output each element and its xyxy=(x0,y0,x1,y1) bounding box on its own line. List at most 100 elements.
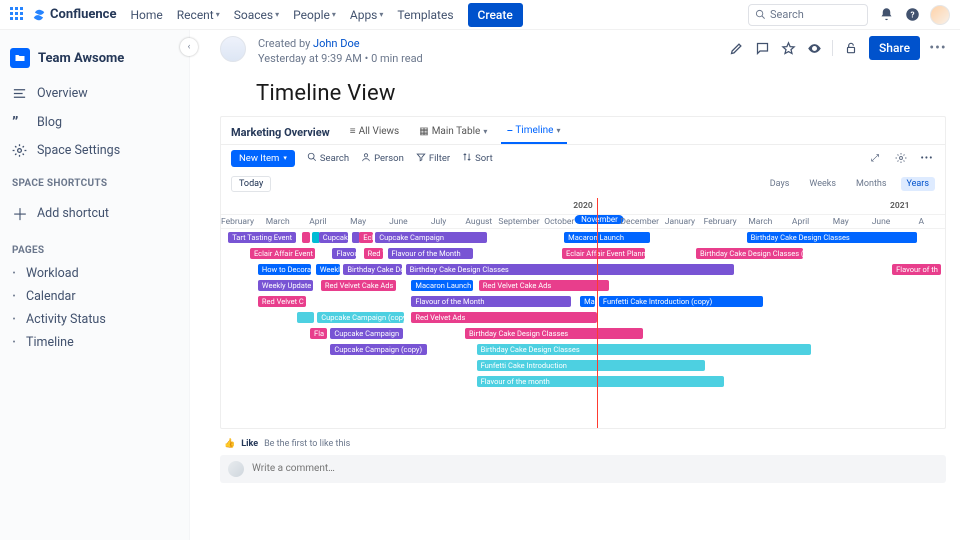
database-title[interactable]: Marketing Overview xyxy=(231,126,330,139)
chevron-down-icon: ▾ xyxy=(332,10,336,19)
tree-toggle-icon[interactable]: • xyxy=(8,291,20,303)
page-tree-item[interactable]: •Workload xyxy=(6,262,181,285)
add-shortcut-button[interactable]: ＋ Add shortcut xyxy=(6,195,181,231)
timeline-bar[interactable]: Macaron Launch P xyxy=(411,280,473,291)
brand-name: Confluence xyxy=(50,7,116,22)
timeline-bar[interactable] xyxy=(302,232,310,243)
period-days[interactable]: Days xyxy=(764,177,796,191)
timeline-bar[interactable]: Birthday Cake Design Classes (copy) xyxy=(696,248,803,259)
timeline-canvas[interactable]: 20202021 FebruaryMarchAprilMayJuneJulyAu… xyxy=(221,198,945,428)
tool-filter[interactable]: Filter xyxy=(416,152,450,165)
edit-icon[interactable] xyxy=(728,40,744,56)
nav-soaces[interactable]: Soaces▾ xyxy=(234,8,279,22)
comment-input[interactable] xyxy=(252,463,938,474)
like-icon[interactable]: 👍 xyxy=(224,439,235,449)
timeline-bar[interactable]: Ma xyxy=(580,296,595,307)
nav-templates[interactable]: Templates xyxy=(397,8,453,22)
view-tab-all-views[interactable]: ≡All Views xyxy=(344,121,406,144)
period-years[interactable]: Years xyxy=(901,177,935,191)
chevron-down-icon: ▾ xyxy=(216,10,220,19)
search-icon xyxy=(307,152,317,165)
today-button[interactable]: Today xyxy=(231,176,271,192)
more-icon[interactable]: ••• xyxy=(919,150,935,166)
timeline-bar[interactable]: Birthday Cake Design Classes xyxy=(477,344,811,355)
watch-icon[interactable] xyxy=(806,40,822,56)
restrictions-icon[interactable] xyxy=(843,40,859,56)
author-name[interactable]: John Doe xyxy=(313,37,360,50)
timeline-bar[interactable]: Flavou xyxy=(332,248,356,259)
timeline-bar[interactable]: Cupcake Campaign (copy) xyxy=(330,344,426,355)
timeline-bar[interactable]: Fla xyxy=(310,328,327,339)
page-tree-item[interactable]: •Timeline xyxy=(6,331,181,354)
app-switcher-icon[interactable] xyxy=(10,7,26,23)
page-tree-item[interactable]: •Activity Status xyxy=(6,308,181,331)
view-tab-timeline[interactable]: ⎯Timeline▾ xyxy=(501,121,566,144)
timeline-bar[interactable]: Cupcake Campaign xyxy=(330,328,403,339)
search-input[interactable]: Search xyxy=(748,4,868,26)
timeline-bar[interactable]: How to Decora xyxy=(258,264,311,275)
tree-toggle-icon[interactable]: • xyxy=(8,268,20,280)
timeline-bar[interactable]: Birthday Cake Desi xyxy=(343,264,402,275)
timeline-bar[interactable]: Birthday Cake Design Classes xyxy=(747,232,917,243)
timeline-bar[interactable] xyxy=(297,312,314,323)
nav-people[interactable]: People▾ xyxy=(293,8,336,22)
timeline-bar[interactable]: Funfetti Cake Introduction xyxy=(477,360,706,371)
tree-toggle-icon[interactable]: • xyxy=(8,314,20,326)
notifications-icon[interactable] xyxy=(878,7,894,23)
share-button[interactable]: Share xyxy=(869,36,920,60)
timeline-bar[interactable]: Tart Tasting Event xyxy=(228,232,295,243)
nav-recent[interactable]: Recent▾ xyxy=(177,8,220,22)
timeline-bar[interactable]: Flavour of th xyxy=(892,264,941,275)
settings-icon xyxy=(12,143,27,158)
comment-box[interactable] xyxy=(220,455,946,483)
create-button[interactable]: Create xyxy=(468,3,523,27)
timeline-bar[interactable]: Flavour of the month xyxy=(477,376,725,387)
timeline-bar[interactable]: Red Velvet Ads xyxy=(411,312,597,323)
timeline-bar[interactable]: Eclair Affair Event Planning xyxy=(562,248,645,259)
sidebar-item-space-settings[interactable]: Space Settings xyxy=(6,137,181,164)
nav-home[interactable]: Home xyxy=(130,8,162,22)
timeline-bar[interactable]: Weekly Update xyxy=(258,280,313,291)
tool-search[interactable]: Search xyxy=(307,152,349,165)
timeline-bar[interactable]: Funfetti Cake Introduction (copy) xyxy=(599,296,763,307)
timeline-bar[interactable]: Birthday Cake Design Classes xyxy=(406,264,734,275)
timeline-bar[interactable]: Eclair Affair Event xyxy=(250,248,315,259)
timeline-bar[interactable]: Macaron Launch xyxy=(564,232,649,243)
timeline-bar[interactable]: Red V xyxy=(364,248,384,259)
tool-person[interactable]: Person xyxy=(361,152,404,165)
tool-sort[interactable]: Sort xyxy=(462,152,493,165)
page-tree-item[interactable]: •Calendar xyxy=(6,285,181,308)
more-actions-icon[interactable]: ••• xyxy=(930,40,946,56)
brand-logo[interactable]: Confluence xyxy=(32,7,116,22)
timeline-bar[interactable]: Cupcake Campaign xyxy=(375,232,486,243)
expand-icon[interactable]: ⤢ xyxy=(867,150,883,166)
timeline-bar[interactable]: Red Velvet Cake Ads xyxy=(479,280,609,291)
period-weeks[interactable]: Weeks xyxy=(803,177,842,191)
timeline-bar[interactable]: Cupcake Campaign (copy xyxy=(317,312,404,323)
sidebar-item-blog[interactable]: ”Blog xyxy=(6,107,181,137)
collapse-sidebar-button[interactable]: ‹ xyxy=(180,38,198,56)
new-item-button[interactable]: New Item ▾ xyxy=(231,150,295,167)
timeline-bar[interactable]: Red Velvet C xyxy=(258,296,307,307)
help-icon[interactable]: ? xyxy=(904,7,920,23)
timeline-bar[interactable]: Flavour of the Month xyxy=(388,248,473,259)
space-header[interactable]: Team Awsome xyxy=(6,42,181,80)
settings-icon[interactable] xyxy=(893,150,909,166)
author-avatar[interactable] xyxy=(220,36,246,62)
star-icon[interactable] xyxy=(780,40,796,56)
timeline-bar[interactable]: Red Velvet Cake Ads xyxy=(321,280,396,291)
comments-icon[interactable] xyxy=(754,40,770,56)
sidebar-item-overview[interactable]: Overview xyxy=(6,80,181,107)
timeline-bar[interactable]: Birthday Cake Design Classes xyxy=(465,328,643,339)
period-months[interactable]: Months xyxy=(850,177,893,191)
month-label: May xyxy=(350,217,366,227)
tree-toggle-icon[interactable]: • xyxy=(8,337,20,349)
profile-avatar[interactable] xyxy=(930,5,950,25)
nav-apps[interactable]: Apps▾ xyxy=(350,8,384,22)
timeline-bar[interactable]: Flavour of the Month xyxy=(411,296,570,307)
like-button[interactable]: Like xyxy=(241,439,258,449)
timeline-bar[interactable]: Weekl xyxy=(316,264,340,275)
timeline-bar[interactable]: Ecl xyxy=(359,232,373,243)
timeline-bar[interactable]: Cupcake xyxy=(319,232,348,243)
view-tab-main-table[interactable]: ▦Main Table▾ xyxy=(413,121,493,144)
